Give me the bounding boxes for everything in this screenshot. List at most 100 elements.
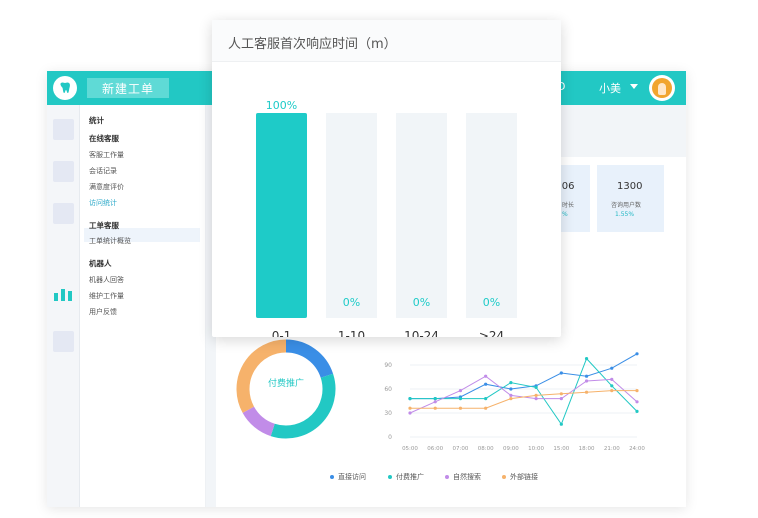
y-tick-label: 60 [384,386,392,393]
x-tick-label: 21:00 [604,446,620,452]
sidebar-item[interactable]: 客服工作量 [89,150,124,160]
line-point[interactable] [534,385,538,389]
line-point[interactable] [610,384,614,388]
x-tick-label: 24:00 [629,446,645,452]
bar-value-label: 0% [483,296,500,309]
sidebar-item[interactable]: 维护工作量 [89,291,124,301]
legend-label: 自然搜索 [453,473,481,481]
line-point[interactable] [584,357,589,361]
line-point[interactable] [408,397,412,401]
legend-dot-icon [445,475,449,479]
line-point[interactable] [509,393,513,397]
line-point[interactable] [408,411,412,415]
response-time-card: 人工客服首次响应时间（m） 100% 0-1 0% 1-10 0% 10-24 0% >24 [212,20,561,337]
stat-label: 咨询用户数 [611,202,642,209]
legend-dot-icon [388,475,392,479]
line-point[interactable] [484,382,488,386]
bar-category-label: 1-10 [338,329,365,337]
traffic-line-chart: 0 30 60 90 05:00 06:00 07:00 08:00 09:00 10:00 15:… [384,352,645,452]
sidebar-group-title: 机器人 [89,259,112,268]
line-point[interactable] [635,409,639,413]
bar-chart-icon[interactable] [53,287,73,301]
line-point[interactable] [509,397,513,401]
donut-segment[interactable] [285,339,334,379]
line-point[interactable] [458,397,463,401]
line-point[interactable] [635,400,639,404]
sidebar-item-active[interactable]: 访问统计 [89,198,117,208]
chevron-down-icon[interactable] [630,84,638,89]
y-tick-label: 0 [388,434,392,441]
sidebar-item[interactable]: 会话记录 [89,166,117,176]
bar-mark[interactable] [256,113,307,318]
sidebar-item[interactable]: 用户反馈 [89,307,117,317]
legend-label: 外部链接 [510,473,538,481]
x-tick-label: 10:00 [528,446,544,452]
line-point[interactable] [509,387,513,391]
legend-label: 付费推广 [396,473,424,481]
sidebar-item[interactable]: 满意度评价 [89,182,124,192]
avatar[interactable] [649,75,675,101]
line-point[interactable] [458,406,463,410]
new-ticket-button[interactable]: 新建工单 [87,78,169,98]
line-point[interactable] [559,392,563,396]
x-tick-label: 07:00 [453,446,469,452]
bar-category-label: 10-24 [404,329,439,337]
line-point[interactable] [433,400,437,404]
bar-track [396,113,447,318]
line-series[interactable] [409,375,638,414]
stat-delta: % [562,211,568,218]
line-point[interactable] [458,389,463,393]
donut-segment[interactable] [242,406,276,437]
line-point[interactable] [610,377,614,381]
x-tick-label: 09:00 [503,446,519,452]
user-avatar-icon [652,78,672,98]
bar-track [466,113,517,318]
line-point[interactable] [584,390,589,394]
bar-category-label: >24 [479,329,504,337]
sidebar-group-title: 在线客服 [89,134,119,143]
line-point[interactable] [484,406,488,410]
bar-category-label: 0-1 [272,329,292,337]
line-point[interactable] [484,397,488,401]
rail-nav-icon[interactable] [53,203,74,224]
bar-value-label: 100% [266,99,297,112]
line-point[interactable] [433,406,437,410]
line-point[interactable] [534,393,538,397]
sidebar-item[interactable]: 机器人回答 [89,275,124,285]
username-label[interactable]: 小美 [599,80,621,96]
line-series[interactable] [410,390,637,409]
line-point[interactable] [433,397,437,401]
sidebar-item[interactable]: 工单统计概览 [89,236,131,246]
line-point[interactable] [610,389,614,393]
card-title: 人工客服首次响应时间（m） [228,37,397,52]
x-tick-label: 08:00 [478,446,494,452]
legend-dot-icon [330,475,334,479]
line-point[interactable] [584,374,589,378]
legend-item: 自然搜索 [445,472,481,482]
y-tick-label: 90 [384,362,392,369]
legend-item: 付费推广 [388,472,424,482]
sidebar-group-title: 统计 [89,116,104,125]
line-point[interactable] [559,371,563,375]
rail-nav-icon[interactable] [53,331,74,352]
rail-nav-icon[interactable] [53,161,74,182]
line-point[interactable] [635,389,639,393]
line-point[interactable] [509,381,513,385]
line-point[interactable] [559,397,563,401]
line-point[interactable] [584,379,589,383]
line-point[interactable] [610,366,614,370]
line-point[interactable] [484,374,488,378]
stat-label: 时长 [562,202,575,209]
bar-value-label: 0% [413,296,430,309]
line-point[interactable] [408,406,412,410]
x-tick-label: 05:00 [402,446,418,452]
sidebar-group-title: 工单客服 [89,221,119,230]
line-point[interactable] [635,352,639,356]
rail-nav-icon[interactable] [53,119,74,140]
tooth-logo-icon[interactable] [53,76,77,100]
legend-label: 直接访问 [338,473,366,481]
line-point[interactable] [559,422,563,426]
icon-rail [47,105,80,507]
traffic-source-donut [236,339,336,439]
line-point[interactable] [534,397,538,401]
